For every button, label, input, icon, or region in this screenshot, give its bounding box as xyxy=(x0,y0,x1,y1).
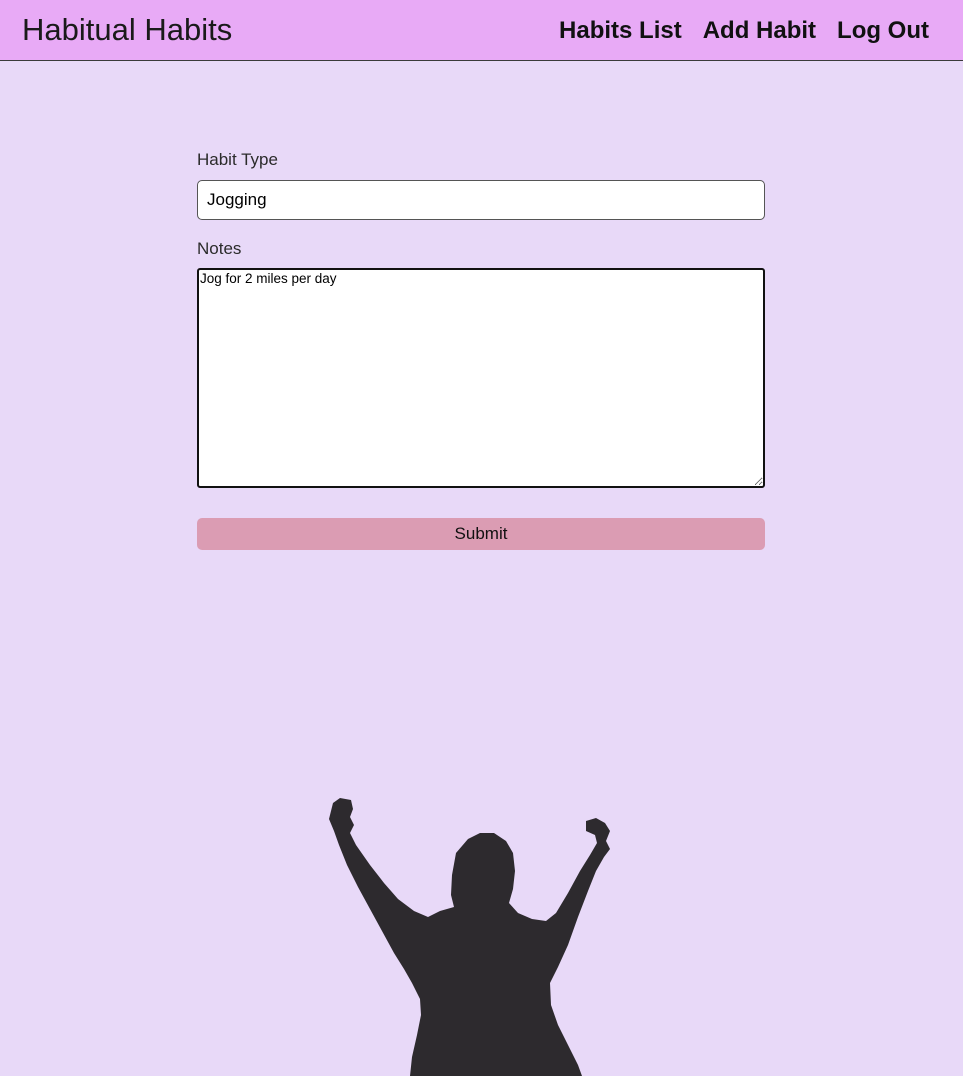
nav-link-log-out[interactable]: Log Out xyxy=(837,17,929,45)
notes-textarea[interactable]: Jog for 2 miles per day xyxy=(197,268,765,488)
celebrating-person-silhouette-icon xyxy=(329,798,610,1076)
submit-button[interactable]: Submit xyxy=(197,518,765,550)
brand-title[interactable]: Habitual Habits xyxy=(22,12,232,48)
nav-links: Habits List Add Habit Log Out xyxy=(559,17,929,45)
habit-type-label: Habit Type xyxy=(197,150,278,169)
nav-link-add-habit[interactable]: Add Habit xyxy=(703,17,816,45)
nav-link-habits-list[interactable]: Habits List xyxy=(559,17,682,45)
habit-type-input[interactable] xyxy=(197,180,765,220)
add-habit-form: Habit Type Notes Jog for 2 miles per day… xyxy=(197,150,765,550)
navbar: Habitual Habits Habits List Add Habit Lo… xyxy=(0,0,963,61)
notes-label: Notes xyxy=(197,239,242,258)
